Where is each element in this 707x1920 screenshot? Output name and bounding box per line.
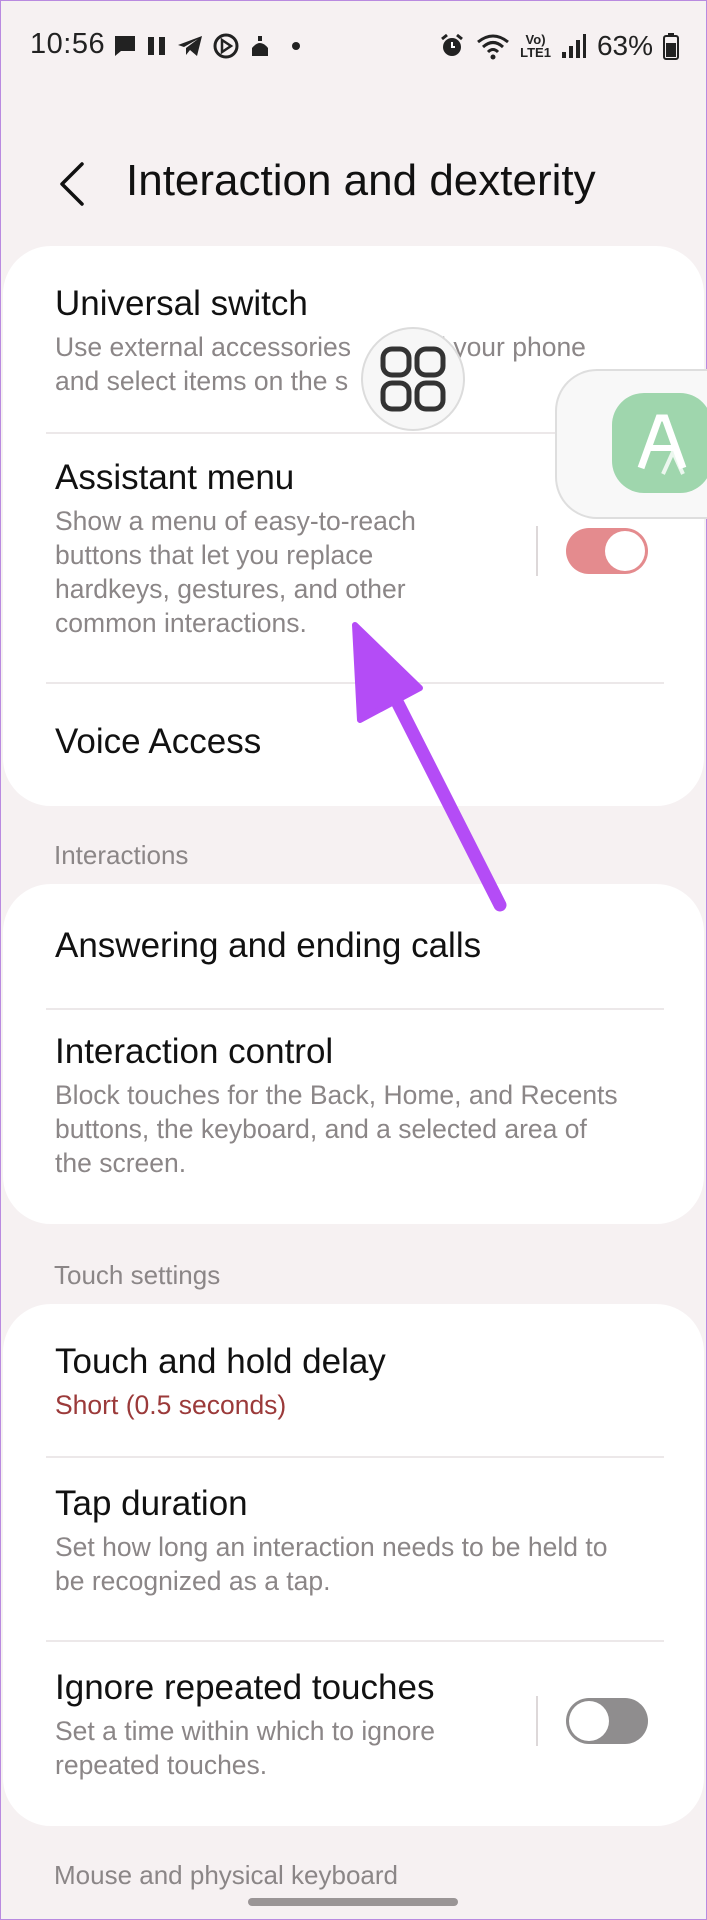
home-indicator[interactable] [248,1898,458,1906]
annotation-arrow [352,622,507,912]
